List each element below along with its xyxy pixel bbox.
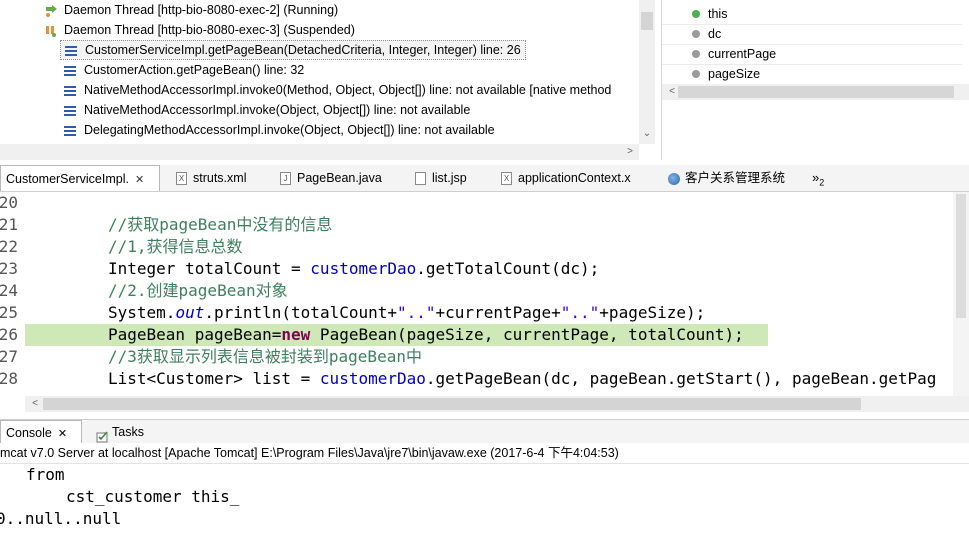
scroll-thumb[interactable] [678,86,954,98]
stack-frame-label: NativeMethodAccessorImpl.invoke(Object, … [84,103,471,117]
stack-frame-label: NativeMethodAccessorImpl.invoke0(Method,… [84,83,612,97]
stack-frame[interactable]: CustomerAction.getPageBean() line: 32 [60,60,308,80]
chevron-right-icon[interactable]: > [622,144,638,160]
stack-frame-icon [64,85,76,96]
suspended-thread-icon [44,24,58,38]
debug-vertical-scrollbar[interactable]: ⌄ [639,0,655,144]
console-output-line: 0..null..null [0,509,122,528]
tab-label: 客户关系管理系统 [685,171,786,185]
editor-horizontal-scrollbar[interactable]: < [25,396,969,412]
thread-running[interactable]: Daemon Thread [http-bio-8080-exec-2] (Ru… [44,0,338,20]
tab-tasks[interactable]: Tasks [96,420,144,444]
thread-label: Daemon Thread [http-bio-8080-exec-2] (Ru… [64,3,339,17]
variable-name: this [708,7,728,21]
debug-horizontal-scrollbar[interactable]: > [0,144,639,160]
tab-label: Tasks [112,425,144,439]
xml-file-icon: X [176,172,187,186]
editor-tab-bar: CustomerServiceImpl. ✕ Xstruts.xml J PageB… [0,165,969,192]
console-tab-bar: Console ✕ Tasks [0,419,969,444]
stack-frame[interactable]: DelegatingMethodAccessorImpl.invoke(Obje… [60,120,499,140]
stack-frame[interactable]: NativeMethodAccessorImpl.invoke0(Method,… [60,80,615,100]
variable-row[interactable]: pageSize [662,64,962,85]
globe-icon [668,172,680,185]
tab-customerserviceimpl[interactable]: CustomerServiceImpl. ✕ [0,165,160,191]
java-file-icon: J [280,172,291,186]
tasks-icon [96,427,109,443]
xml-file-icon: X [501,172,512,186]
tab-label: applicationContext.x [518,171,631,185]
overflow-count: 2 [819,177,825,188]
line-number: 25 [0,303,18,322]
variables-view: this dc currentPage pageSize < [661,0,969,160]
thread-suspended[interactable]: Daemon Thread [http-bio-8080-exec-3] (Su… [44,20,355,40]
line-number: 22 [0,237,18,256]
tab-label: Console [6,426,52,440]
stack-frame[interactable]: NativeMethodAccessorImpl.invoke(Object, … [60,100,474,120]
stack-frame[interactable]: CustomerServiceImpl.getPageBean(Detached… [60,40,526,60]
variable-name: currentPage [708,47,777,61]
variables-horizontal-scrollbar[interactable]: < [662,84,969,100]
console-output-line: from [26,465,65,484]
variable-row[interactable]: currentPage [662,44,962,65]
variable-icon [692,10,700,18]
debug-view: Daemon Thread [http-bio-8080-exec-2] (Ru… [0,0,655,160]
tab-label: list.jsp [432,171,467,185]
jsp-file-icon [415,172,426,186]
code-comment: //1,获得信息总数 [108,237,243,256]
line-number: 21 [0,215,18,234]
line-number: 24 [0,281,18,300]
line-number: 27 [0,347,18,366]
console-process-header: mcat v7.0 Server at localhost [Apache To… [0,443,969,464]
stack-frame-icon [64,125,76,136]
variable-name: dc [708,27,722,41]
code-line: System.out.println(totalCount+".."+curre… [108,303,706,322]
code-comment: //2.创建pageBean对象 [108,281,288,300]
tab-pagebean-java[interactable]: J PageBean.java [280,165,382,191]
scroll-thumb[interactable] [641,12,653,30]
close-icon[interactable]: ✕ [58,428,67,440]
running-thread-icon [44,4,58,18]
code-line-current: PageBean pageBean=new PageBean(pageSize,… [108,325,744,344]
chevron-left-icon[interactable]: < [27,396,43,412]
tab-overflow-button[interactable]: »2 [812,165,824,191]
variable-icon [692,70,700,78]
close-icon[interactable]: ✕ [135,174,144,186]
stack-frame-label: DelegatingMethodAccessorImpl.invoke(Obje… [84,123,495,137]
code-comment: //3获取显示列表信息被封装到pageBean中 [108,347,422,366]
code-line: Integer totalCount = customerDao.getTota… [108,259,600,278]
tab-struts-xml[interactable]: Xstruts.xml [176,165,246,191]
tab-label: PageBean.java [297,171,382,185]
tab-label: struts.xml [193,171,247,185]
stack-frame-label: CustomerAction.getPageBean() line: 32 [84,63,305,77]
line-number: 23 [0,259,18,278]
stack-frame-icon [64,65,76,76]
line-number: 26 [0,325,18,344]
line-number: 20 [0,193,18,212]
stack-frame-icon [65,45,77,56]
variable-icon [692,30,700,38]
code-editor[interactable]: 20 21 //获取pageBean中没有的信息 22 //1,获得信息总数 23 I… [0,192,969,396]
variable-row[interactable]: this [662,4,962,25]
variable-name: pageSize [708,67,761,81]
scroll-thumb[interactable] [43,398,861,410]
stack-frame-icon [64,105,76,116]
console-output-line: cst_customer this_ [66,487,240,506]
editor-vertical-scrollbar[interactable] [953,192,969,396]
tab-crm-system[interactable]: 客户关系管理系统 [668,165,785,191]
tab-label: CustomerServiceImpl. [6,172,129,186]
variable-row[interactable]: dc [662,24,962,45]
tab-list-jsp[interactable]: list.jsp [415,165,467,191]
variable-icon [692,50,700,58]
tab-console[interactable]: Console ✕ [0,420,82,444]
scroll-thumb[interactable] [956,194,966,318]
tab-applicationcontext[interactable]: XapplicationContext.x [501,165,631,191]
code-line: List<Customer> list = customerDao.getPag… [108,369,937,388]
line-number: 28 [0,369,18,388]
thread-label: Daemon Thread [http-bio-8080-exec-3] (Su… [64,23,355,37]
code-comment: //获取pageBean中没有的信息 [108,215,333,234]
stack-frame-label: CustomerServiceImpl.getPageBean(Detached… [85,43,521,57]
chevron-down-icon[interactable]: ⌄ [639,126,655,142]
